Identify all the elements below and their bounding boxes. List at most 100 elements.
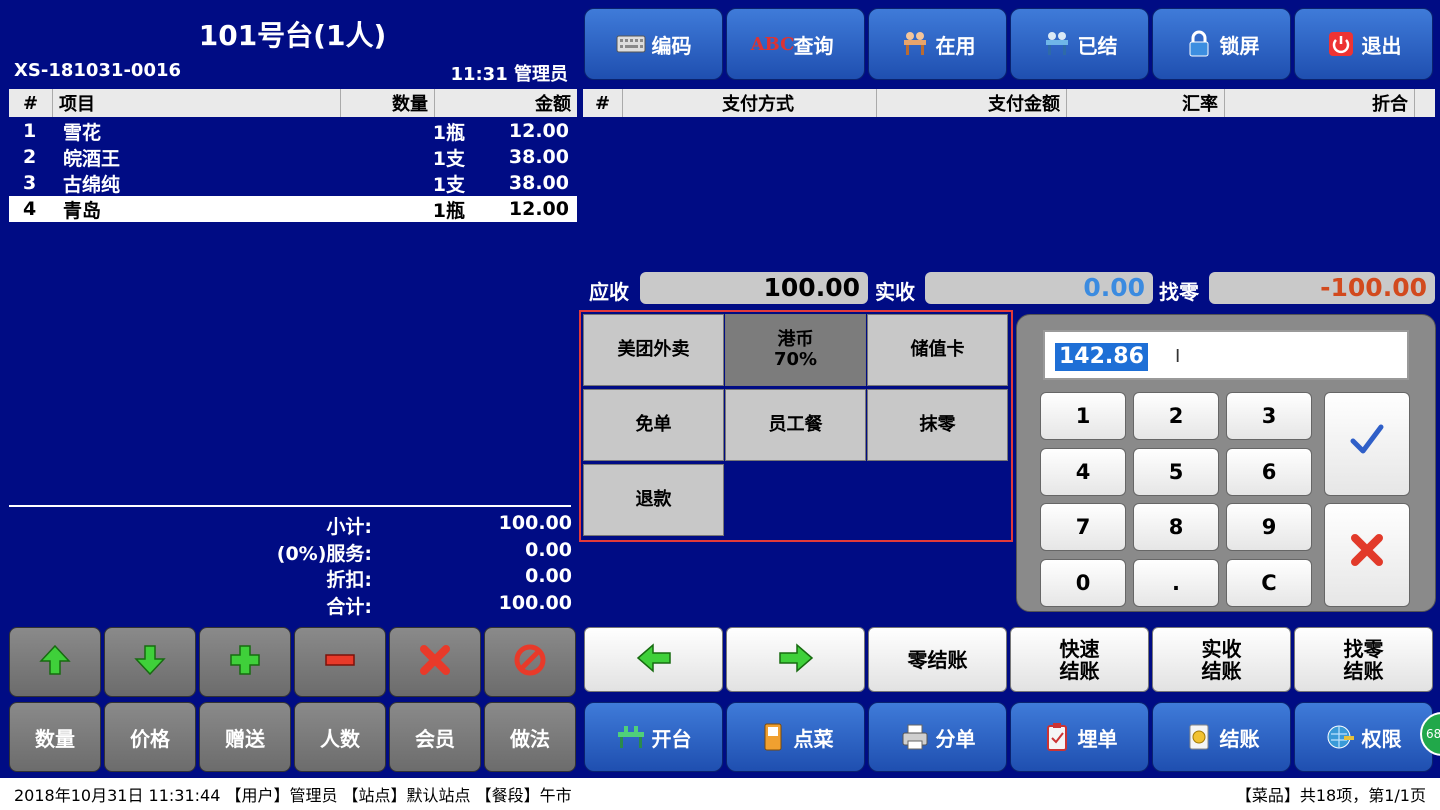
actual-settle-button[interactable]: 实收 结账 xyxy=(1152,627,1291,692)
row-no: 3 xyxy=(23,172,37,194)
bill-label: 埋单 xyxy=(1077,726,1118,751)
order-row[interactable]: 3 古绵纯 1支 38.00 xyxy=(9,170,577,196)
quick-settle-button[interactable]: 快速 结账 xyxy=(1010,627,1149,692)
pm-label: 退款 xyxy=(635,489,672,510)
key-6[interactable]: 6 xyxy=(1226,448,1312,496)
lock-screen-button[interactable]: 锁屏 xyxy=(1152,8,1291,80)
quantity-button[interactable]: 数量 xyxy=(9,702,101,772)
amount-input[interactable]: 142.86 I xyxy=(1043,330,1409,380)
lock-screen-label: 锁屏 xyxy=(1219,33,1260,58)
status-right: 【菜品】共18项，第1/1页 xyxy=(1235,786,1426,805)
key-0[interactable]: 0 xyxy=(1040,559,1126,607)
key-1[interactable]: 1 xyxy=(1040,392,1126,440)
row-qty: 1瓶 xyxy=(432,199,465,222)
move-down-button[interactable] xyxy=(104,627,196,697)
summary-block: 小计: 100.00 (0%)服务: 0.00 折扣: 0.00 合计: 100.00 xyxy=(200,512,572,618)
col-pay-amount: 支付金额 xyxy=(877,89,1067,117)
discount-value: 0.00 xyxy=(525,565,572,587)
hkd-button[interactable]: 港币 70% xyxy=(725,314,866,386)
guest-count-button[interactable]: 人数 xyxy=(294,702,386,772)
green-left-arrow-icon xyxy=(636,642,672,677)
pda-icon xyxy=(758,722,788,752)
key-7[interactable]: 7 xyxy=(1040,503,1126,551)
open-table-button[interactable]: 开台 xyxy=(584,702,723,772)
discount-label: 折扣: xyxy=(326,569,372,591)
key-clear[interactable]: C xyxy=(1226,559,1312,607)
key-decimal[interactable]: . xyxy=(1133,559,1219,607)
table-title: 101号台(1人) xyxy=(198,19,387,52)
meituan-button[interactable]: 美团外卖 xyxy=(583,314,724,386)
checkout-button[interactable]: 结账 xyxy=(1152,702,1291,772)
refund-button[interactable]: 退款 xyxy=(583,464,724,536)
service-value: 0.00 xyxy=(525,538,572,561)
green-plus-icon xyxy=(228,643,262,682)
split-bill-button[interactable]: 分单 xyxy=(868,702,1007,772)
key-2[interactable]: 2 xyxy=(1133,392,1219,440)
row-no: 2 xyxy=(23,146,37,168)
price-button[interactable]: 价格 xyxy=(104,702,196,772)
round-off-button[interactable]: 抹零 xyxy=(867,389,1008,461)
settled-button[interactable]: 已结 xyxy=(1010,8,1149,80)
code-button[interactable]: 编码 xyxy=(584,8,723,80)
prev-page-button[interactable] xyxy=(584,627,723,692)
search-button[interactable]: ABC 查询 xyxy=(726,8,865,80)
btn-line2: 结账 xyxy=(1201,658,1242,683)
order-table-header: # 项目 数量 金额 xyxy=(9,89,577,117)
key-5[interactable]: 5 xyxy=(1133,448,1219,496)
order-row[interactable]: 2 皖酒王 1支 38.00 xyxy=(9,144,577,170)
keyboard-icon xyxy=(616,29,646,59)
member-button[interactable]: 会员 xyxy=(389,702,481,772)
receivable-value: 100.00 xyxy=(640,272,868,304)
power-icon xyxy=(1326,29,1356,59)
add-quantity-button[interactable] xyxy=(199,627,291,697)
service-label: (0%)服务: xyxy=(276,542,372,565)
reduce-quantity-button[interactable] xyxy=(294,627,386,697)
bill-button[interactable]: 埋单 xyxy=(1010,702,1149,772)
key-4[interactable]: 4 xyxy=(1040,448,1126,496)
exit-button[interactable]: 退出 xyxy=(1294,8,1433,80)
next-page-button[interactable] xyxy=(726,627,865,692)
col-pay-method: 支付方式 xyxy=(623,89,877,117)
row-no: 4 xyxy=(23,198,37,220)
green-right-arrow-icon xyxy=(778,642,814,677)
green-up-arrow-icon xyxy=(38,643,72,682)
order-list: 1 雪花 1瓶 12.00 2 皖酒王 1支 38.00 3 古绵纯 1支 38… xyxy=(9,118,577,222)
pm-label: 港币 xyxy=(777,329,814,350)
col-pay-no: # xyxy=(583,89,623,117)
exit-label: 退出 xyxy=(1361,33,1402,58)
cancel-button[interactable] xyxy=(1324,503,1410,607)
lock-icon xyxy=(1184,29,1214,59)
checkout-label: 结账 xyxy=(1219,726,1260,751)
key-8[interactable]: 8 xyxy=(1133,503,1219,551)
order-dishes-button[interactable]: 点菜 xyxy=(726,702,865,772)
payment-table-header: # 支付方式 支付金额 汇率 折合 xyxy=(583,89,1435,117)
col-pay-rate: 汇率 xyxy=(1067,89,1225,117)
delete-item-button[interactable] xyxy=(389,627,481,697)
in-use-button[interactable]: 在用 xyxy=(868,8,1007,80)
key-9[interactable]: 9 xyxy=(1226,503,1312,551)
stored-value-card-button[interactable]: 储值卡 xyxy=(867,314,1008,386)
change-settle-button[interactable]: 找零 结账 xyxy=(1294,627,1433,692)
pm-label: 员工餐 xyxy=(768,414,823,435)
confirm-button[interactable] xyxy=(1324,392,1410,496)
red-x-icon xyxy=(418,643,452,682)
search-label: 查询 xyxy=(793,33,834,58)
permissions-label: 权限 xyxy=(1361,726,1402,751)
order-row[interactable]: 1 雪花 1瓶 12.00 xyxy=(9,118,577,144)
total-value: 100.00 xyxy=(498,591,572,614)
staff-meal-button[interactable]: 员工餐 xyxy=(725,389,866,461)
order-row-selected[interactable]: 4 青岛 1瓶 12.00 xyxy=(9,196,577,222)
gift-button[interactable]: 赠送 xyxy=(199,702,291,772)
cancel-item-button[interactable] xyxy=(484,627,576,697)
key-3[interactable]: 3 xyxy=(1226,392,1312,440)
move-up-button[interactable] xyxy=(9,627,101,697)
preparation-button[interactable]: 做法 xyxy=(484,702,576,772)
settled-label: 已结 xyxy=(1077,33,1118,58)
col-qty: 数量 xyxy=(341,89,435,117)
subtotal-value: 100.00 xyxy=(498,512,572,534)
abc-search-icon: ABC xyxy=(750,33,795,55)
checkmark-icon xyxy=(1347,419,1387,469)
free-order-button[interactable]: 免单 xyxy=(583,389,724,461)
zero-settle-button[interactable]: 零结账 xyxy=(868,627,1007,692)
permissions-button[interactable]: 权限 xyxy=(1294,702,1433,772)
